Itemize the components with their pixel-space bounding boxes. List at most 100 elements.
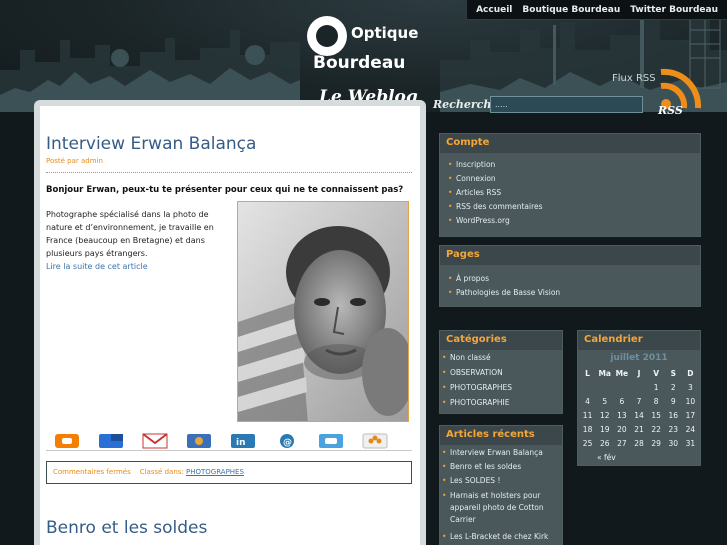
- post-question: Bonjour Erwan, peux-tu te présenter pour…: [46, 185, 404, 195]
- calendar-day: 14: [634, 410, 644, 420]
- calendar-day: 10: [685, 396, 696, 406]
- category-item[interactable]: OBSERVATION: [442, 368, 562, 383]
- post-author: Posté par admin: [46, 157, 103, 165]
- logo-line-1: Optique: [351, 24, 418, 42]
- calendar-day: 1: [653, 382, 659, 392]
- delicious-icon[interactable]: [98, 433, 124, 449]
- main-column: Interview Erwan Balança Posté par admin …: [34, 100, 426, 545]
- calendar-day: 25: [582, 438, 593, 448]
- calendar-week: 1 2 3: [579, 380, 699, 394]
- digg-icon[interactable]: [186, 433, 212, 449]
- twitter-icon[interactable]: [318, 433, 344, 449]
- calendar-month: juillet 2011: [610, 353, 668, 363]
- calendar-day: [596, 380, 613, 394]
- calendar-prev-link[interactable]: « fév: [579, 450, 630, 464]
- recent-post-link[interactable]: Harnais et holsters pour appareil photo …: [442, 490, 562, 526]
- rss-icon[interactable]: RSS: [656, 64, 712, 118]
- calendar-day: 17: [685, 410, 696, 420]
- calendar-header-row: L Ma Me J V S D: [579, 366, 699, 380]
- calendar-day: 11: [582, 410, 593, 420]
- calendar-day: 30: [668, 438, 679, 448]
- calendar-day: 4: [585, 396, 590, 406]
- calendar-week: 18 19 20 21 22 23 24: [579, 422, 699, 436]
- category-item[interactable]: PHOTOGRAPHIE: [442, 398, 562, 413]
- calendar-day-header: D: [687, 368, 694, 378]
- logo-line-2: Bourdeau: [313, 53, 405, 73]
- calendar-nav-row: « fév: [579, 450, 699, 464]
- category-link[interactable]: PHOTOGRAPHES: [186, 468, 244, 476]
- recent-post-link[interactable]: Les SOLDES !: [442, 476, 562, 485]
- site-logo[interactable]: Optique Bourdeau Le Weblog: [305, 12, 440, 108]
- email-icon[interactable]: @: [274, 433, 300, 449]
- svg-text:in: in: [236, 438, 246, 448]
- link-comments-rss[interactable]: RSS des commentaires: [448, 202, 700, 216]
- calendar-day: [613, 380, 630, 394]
- widget-calendar: Calendrier juillet 2011 L Ma Me J V S D …: [577, 330, 701, 466]
- rss-feed-label[interactable]: Flux RSS: [612, 73, 656, 84]
- calendar-week: 4 5 6 7 8 9 10: [579, 394, 699, 408]
- calendar-day-header: Ma: [598, 368, 611, 378]
- share-divider: [46, 450, 412, 451]
- link-a-propos[interactable]: À propos: [448, 274, 700, 288]
- gmail-icon[interactable]: [142, 433, 168, 449]
- calendar-table: L Ma Me J V S D 1 2 3 4 5 6 7 8 9 10 11 …: [579, 366, 699, 464]
- widget-title: Articles récents: [446, 429, 535, 440]
- linkedin-icon[interactable]: in: [230, 433, 256, 449]
- post-list: Interview Erwan Balança Posté par admin …: [40, 106, 420, 545]
- nav-link-accueil[interactable]: Accueil: [471, 5, 517, 15]
- widget-body: Inscription Connexion Articles RSS RSS d…: [440, 153, 700, 236]
- widget-body: Non classé OBSERVATION PHOTOGRAPHES PHOT…: [440, 350, 562, 413]
- link-wordpress[interactable]: WordPress.org: [448, 216, 700, 230]
- link-inscription[interactable]: Inscription: [448, 160, 700, 174]
- widget-body: Interview Erwan Balança Benro et les sol…: [440, 445, 562, 545]
- more-share-icon[interactable]: [362, 433, 388, 449]
- category-item[interactable]: Non classé: [442, 353, 562, 368]
- link-connexion[interactable]: Connexion: [448, 174, 700, 188]
- calendar-day: 21: [634, 424, 644, 434]
- nav-link-boutique[interactable]: Boutique Bourdeau: [517, 5, 625, 15]
- calendar-day: 29: [651, 438, 661, 448]
- widget-title: Catégories: [446, 334, 507, 345]
- link-articles-rss[interactable]: Articles RSS: [448, 188, 700, 202]
- calendar-day: 31: [685, 438, 696, 448]
- calendar-day: 19: [599, 424, 610, 434]
- widget-body: juillet 2011 L Ma Me J V S D 1 2 3 4 5 6…: [578, 350, 700, 465]
- widget-title: Pages: [446, 249, 480, 260]
- calendar-day: [630, 380, 647, 394]
- calendar-day: 3: [688, 382, 693, 392]
- calendar-day: 16: [668, 410, 679, 420]
- widget-categories: Catégories Non classé OBSERVATION PHOTOG…: [439, 330, 563, 414]
- calendar-day: 7: [636, 396, 642, 406]
- calendar-week: 25 26 27 28 29 30 31: [579, 436, 699, 450]
- calendar-day: 22: [651, 424, 661, 434]
- calendar-day: 2: [670, 382, 676, 392]
- calendar-day: 13: [617, 410, 627, 420]
- category-item[interactable]: PHOTOGRAPHES: [442, 383, 562, 398]
- widget-pages: Pages À propos Pathologies de Basse Visi…: [439, 245, 701, 307]
- svg-text:@: @: [283, 438, 292, 448]
- link-pathologies[interactable]: Pathologies de Basse Vision: [448, 288, 700, 302]
- calendar-day: 5: [602, 396, 608, 406]
- top-navigation: Accueil Boutique Bourdeau Twitter Bourde…: [466, 0, 727, 20]
- calendar-week: 11 12 13 14 15 16 17: [579, 408, 699, 422]
- calendar-next-empty: [630, 450, 699, 464]
- recent-post-link[interactable]: Interview Erwan Balança: [442, 448, 562, 457]
- blogger-icon[interactable]: [54, 433, 80, 449]
- calendar-day: [579, 380, 596, 394]
- nav-link-twitter[interactable]: Twitter Bourdeau: [625, 5, 723, 15]
- calendar-day: 23: [668, 424, 679, 434]
- widget-compte: Compte Inscription Connexion Articles RS…: [439, 133, 701, 237]
- interview-photo[interactable]: [237, 201, 409, 422]
- post-title[interactable]: Interview Erwan Balança: [46, 134, 256, 154]
- comments-status: Commentaires fermés: [53, 468, 131, 476]
- calendar-day: 9: [670, 396, 676, 406]
- widget-recent-posts: Articles récents Interview Erwan Balança…: [439, 425, 563, 545]
- search-input[interactable]: [490, 96, 643, 113]
- recent-post-link[interactable]: Benro et les soldes: [442, 462, 562, 471]
- post-title-2[interactable]: Benro et les soldes: [46, 518, 207, 538]
- read-more-link[interactable]: Lire la suite de cet article: [46, 262, 148, 271]
- recent-post-link[interactable]: Les L-Bracket de chez Kirk Enterprises: [442, 531, 562, 545]
- calendar-day: 24: [685, 424, 696, 434]
- widget-title: Calendrier: [584, 334, 643, 345]
- calendar-day: 8: [653, 396, 659, 406]
